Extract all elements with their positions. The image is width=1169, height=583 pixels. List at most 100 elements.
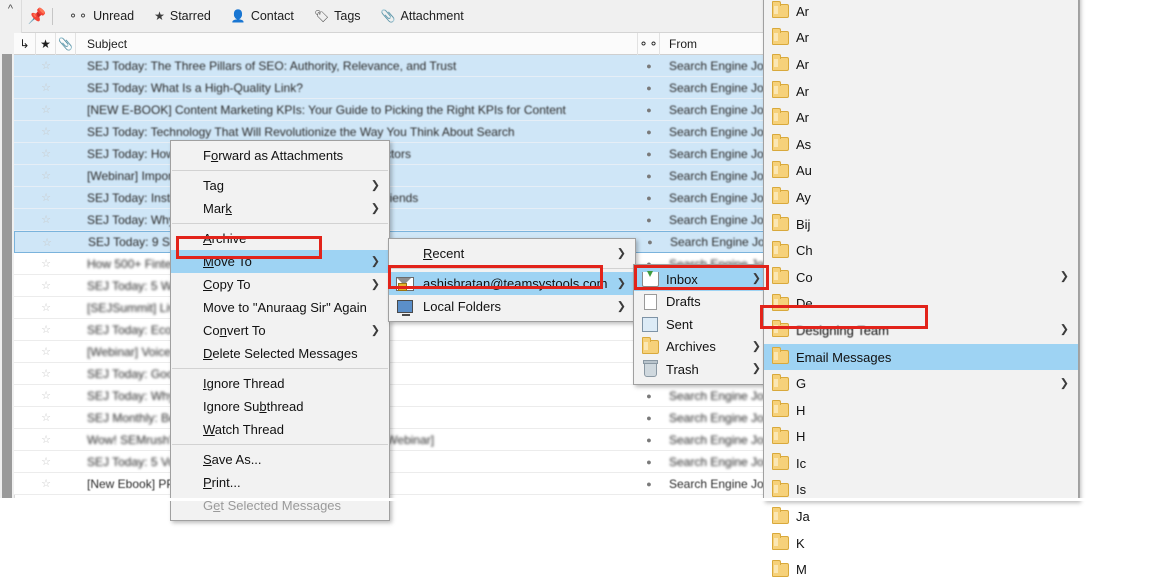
row-read-icon[interactable]: ●	[638, 413, 660, 423]
inbox-subfolder-item[interactable]: G ❯	[764, 370, 1078, 397]
row-star-icon[interactable]: ☆	[36, 213, 56, 226]
row-read-icon[interactable]: ●	[638, 105, 660, 115]
thread-pane-scrollbar[interactable]	[0, 33, 15, 501]
row-read-icon[interactable]: ●	[638, 193, 660, 203]
inbox-subfolder-item[interactable]: Ay	[764, 184, 1078, 211]
row-read-icon[interactable]: ●	[638, 215, 660, 225]
inbox-subfolder-item[interactable]: Au	[764, 158, 1078, 185]
quick-filter-contact-button[interactable]: 👤 Contact	[222, 5, 303, 27]
row-star-icon[interactable]: ☆	[36, 345, 56, 358]
folder-icon	[771, 506, 789, 524]
column-subject[interactable]: Subject	[76, 32, 638, 55]
row-star-icon[interactable]: ☆	[36, 125, 56, 138]
context-menu-item[interactable]: Move to "Anuraag Sir" Again	[171, 296, 389, 319]
inbox-subfolder-item[interactable]: As	[764, 131, 1078, 158]
context-menu-item[interactable]: Convert To ❯	[171, 319, 389, 342]
quick-filter-unread-button[interactable]: ⚬⚬ Unread	[59, 5, 143, 27]
quick-filter-starred-button[interactable]: ★ Starred	[145, 5, 220, 27]
column-star[interactable]: ★	[36, 32, 56, 55]
context-menu-item[interactable]: Forward as Attachments	[171, 144, 389, 167]
row-star-icon[interactable]: ☆	[36, 477, 56, 490]
menu-item-label: Save As...	[203, 452, 262, 467]
inbox-subfolder-item[interactable]: Ic	[764, 450, 1078, 477]
context-menu-item[interactable]: Ignore Subthread	[171, 395, 389, 418]
inbox-subfolder-item[interactable]: H	[764, 424, 1078, 451]
context-menu-item[interactable]: Move To ❯	[171, 250, 389, 273]
inbox-subfolder-item[interactable]: K	[764, 530, 1078, 557]
account-folder-item[interactable]: Archives ❯	[634, 336, 770, 359]
inbox-subfolder-item[interactable]: Bij	[764, 211, 1078, 238]
inbox-subfolder-item[interactable]: Ar	[764, 51, 1078, 78]
inbox-subfolder-item[interactable]: Ar	[764, 104, 1078, 131]
account-folders-submenu[interactable]: Inbox ❯ Drafts Sent Archives ❯ Trash ❯	[633, 264, 771, 385]
row-read-icon[interactable]: ●	[638, 61, 660, 71]
quick-filter-tags-button[interactable]: 🏷 Tags	[305, 5, 370, 27]
context-menu-item[interactable]: Archive	[171, 227, 389, 250]
row-star-icon[interactable]: ☆	[36, 59, 56, 72]
inbox-subfolder-item[interactable]: Ar	[764, 0, 1078, 25]
context-menu-item[interactable]: Print...	[171, 471, 389, 494]
account-folder-item[interactable]: Trash ❯	[634, 358, 770, 381]
context-menu-item[interactable]: Tag ❯	[171, 174, 389, 197]
context-menu-item[interactable]: Delete Selected Messages	[171, 342, 389, 365]
menu-item-icon	[771, 267, 789, 285]
row-star-icon[interactable]: ☆	[36, 389, 56, 402]
column-attachment[interactable]: 📎	[56, 32, 76, 55]
column-thread[interactable]: ↳	[14, 32, 36, 55]
account-folder-item[interactable]: Sent	[634, 313, 770, 336]
row-star-icon[interactable]: ☆	[37, 236, 57, 249]
message-context-menu[interactable]: Forward as Attachments Tag ❯ Mark ❯ Archive Mo…	[170, 140, 390, 521]
row-star-icon[interactable]: ☆	[36, 103, 56, 116]
row-read-icon[interactable]: ●	[638, 83, 660, 93]
inbox-subfolder-item[interactable]: Ar	[764, 78, 1078, 105]
column-read[interactable]: ⚬⚬	[638, 32, 660, 55]
row-star-icon[interactable]: ☆	[36, 367, 56, 380]
row-star-icon[interactable]: ☆	[36, 169, 56, 182]
row-star-icon[interactable]: ☆	[36, 411, 56, 424]
row-read-icon[interactable]: ●	[638, 127, 660, 137]
row-star-icon[interactable]: ☆	[36, 81, 56, 94]
inbox-subfolder-item[interactable]: Ja	[764, 503, 1078, 530]
row-read-icon[interactable]: ●	[638, 391, 660, 401]
row-star-icon[interactable]: ☆	[36, 257, 56, 270]
row-star-icon[interactable]: ☆	[36, 147, 56, 160]
row-read-icon[interactable]: ●	[638, 479, 660, 489]
context-menu-item[interactable]: Copy To ❯	[171, 273, 389, 296]
move-to-submenu[interactable]: Recent ❯ ashishratan@teamsystools.com ❯ Loca…	[388, 238, 636, 322]
inbox-subfolder-item[interactable]: H	[764, 397, 1078, 424]
row-star-icon[interactable]: ☆	[36, 279, 56, 292]
row-read-icon[interactable]: ●	[638, 435, 660, 445]
inbox-subfolders-submenu[interactable]: Ar Ar Ar Ar Ar As Au Ay Bij Ch Co ❯ De Designing Team…	[763, 0, 1079, 577]
row-star-icon[interactable]: ☆	[36, 301, 56, 314]
inbox-subfolder-item[interactable]: Designing Team ❯	[764, 317, 1078, 344]
row-read-icon[interactable]: ●	[638, 171, 660, 181]
inbox-subfolder-item[interactable]: Ar	[764, 25, 1078, 52]
context-menu-item[interactable]: Mark ❯	[171, 197, 389, 220]
inbox-subfolder-item[interactable]: Co ❯	[764, 264, 1078, 291]
scrollbar-thumb[interactable]	[2, 54, 12, 501]
inbox-subfolder-item[interactable]: Ch	[764, 237, 1078, 264]
row-star-icon[interactable]: ☆	[36, 191, 56, 204]
move-to-submenu-item[interactable]: Recent ❯	[389, 242, 635, 265]
row-read-icon[interactable]: ●	[638, 149, 660, 159]
account-folder-item[interactable]: Inbox ❯	[634, 268, 770, 291]
folder-icon	[771, 81, 789, 99]
context-menu-item[interactable]: Save As...	[171, 448, 389, 471]
inbox-subfolder-item[interactable]: Email Messages	[764, 343, 1078, 371]
row-star-icon[interactable]: ☆	[36, 433, 56, 446]
account-folder-item[interactable]: Drafts	[634, 291, 770, 314]
move-to-submenu-item[interactable]: ashishratan@teamsystools.com ❯	[389, 272, 635, 295]
quick-filter-attachment-button[interactable]: 📎 Attachment	[372, 5, 473, 27]
inbox-subfolder-item[interactable]: De	[764, 291, 1078, 318]
collapse-header-icon[interactable]: ^	[0, 0, 22, 33]
pin-icon[interactable]: 📌	[22, 0, 52, 33]
move-to-submenu-item[interactable]: Local Folders ❯	[389, 295, 635, 318]
row-star-icon[interactable]: ☆	[36, 323, 56, 336]
row-read-icon[interactable]: ●	[638, 457, 660, 467]
chevron-right-icon: ❯	[616, 300, 626, 312]
context-menu-item[interactable]: Ignore Thread	[171, 372, 389, 395]
inbox-subfolder-item[interactable]: M	[764, 556, 1078, 583]
row-star-icon[interactable]: ☆	[36, 455, 56, 468]
context-menu-item[interactable]: Watch Thread	[171, 418, 389, 441]
row-read-icon[interactable]: ●	[639, 237, 661, 247]
